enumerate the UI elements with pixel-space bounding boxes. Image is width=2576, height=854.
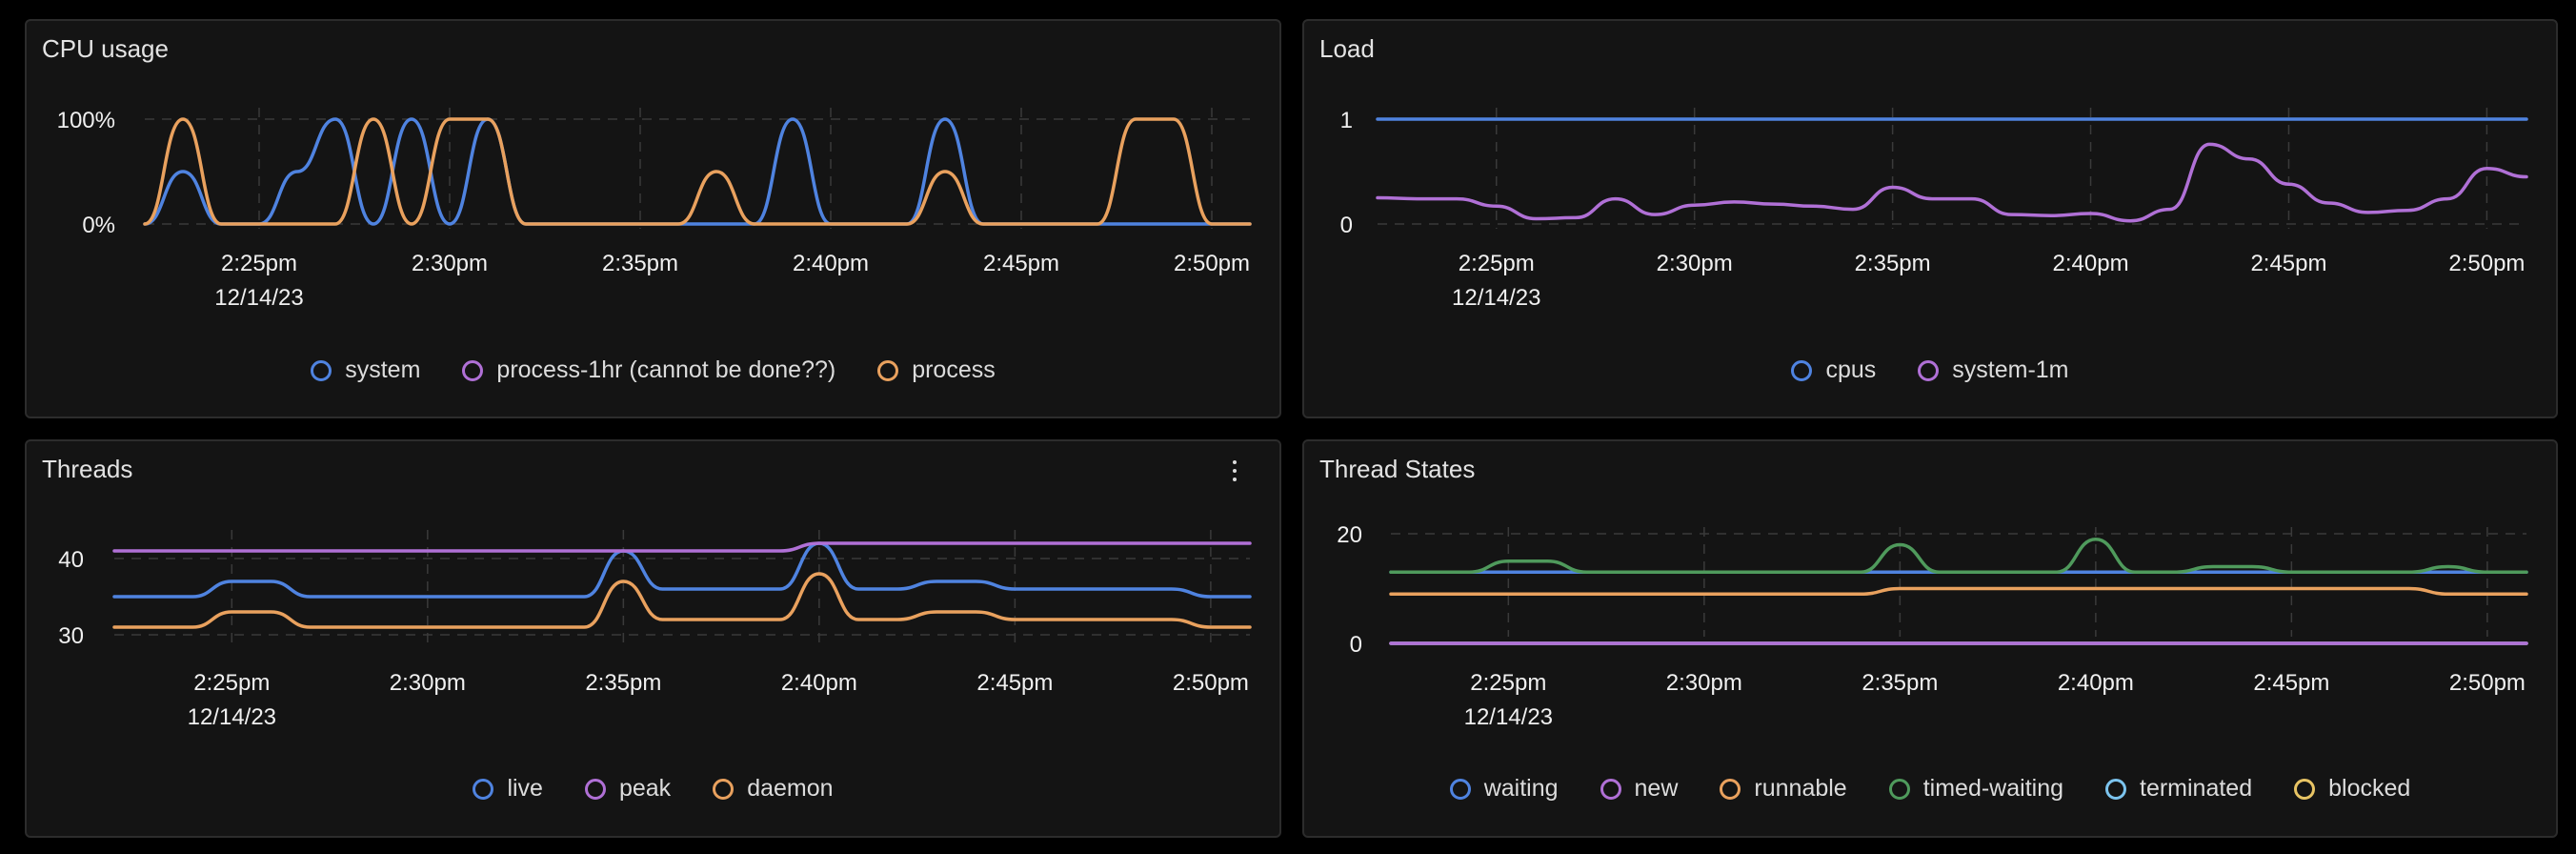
- x-tick-date-label: 12/14/23: [1464, 704, 1553, 730]
- series-line-timed-waiting: [1389, 538, 2528, 574]
- chart-load: 1 0 2:25pm 12/14/23 2:30pm 2:35pm 2:40pm 2:45pm…: [1340, 108, 2528, 311]
- y-tick-label: 0: [1340, 213, 1353, 238]
- charts-canvas: 100% 0% 2:25pm 12/14/23 2:30pm 2:35pm 2:40pm 2:…: [57, 108, 2528, 730]
- x-tick-label: 2:30pm: [1657, 251, 1733, 276]
- x-tick-label: 2:40pm: [2058, 670, 2134, 696]
- series-line-runnable: [1389, 586, 2528, 596]
- x-tick-label: 2:35pm: [602, 251, 678, 276]
- x-tick-label: 2:30pm: [1666, 670, 1742, 696]
- x-tick-date-label: 12/14/23: [214, 285, 303, 311]
- y-tick-label: 0%: [82, 213, 115, 238]
- x-tick-label: 2:45pm: [2253, 670, 2329, 696]
- series-line-daemon: [112, 572, 1252, 629]
- chart-thread-states: 20 0 2:25pm 12/14/23 2:30pm 2:35pm 2:40pm 2:45p…: [1337, 522, 2528, 730]
- x-tick-label: 2:40pm: [781, 670, 857, 696]
- x-tick-label: 2:35pm: [1862, 670, 1938, 696]
- x-tick-label: 2:35pm: [585, 670, 661, 696]
- chart-cpu: 100% 0% 2:25pm 12/14/23 2:30pm 2:35pm 2:40pm 2:…: [57, 108, 1252, 311]
- x-tick-label: 2:45pm: [2250, 251, 2326, 276]
- y-tick-label: 1: [1340, 108, 1353, 133]
- x-tick-label: 2:40pm: [2053, 251, 2129, 276]
- x-tick-label: 2:25pm: [1470, 670, 1546, 696]
- series-line-system: [143, 117, 1252, 226]
- series-line-system-1m: [1376, 142, 2528, 223]
- chart-threads: 40 30 2:25pm 12/14/23 2:30pm 2:35pm 2:40pm 2:45…: [58, 530, 1252, 730]
- x-tick-label: 2:25pm: [221, 251, 297, 276]
- x-tick-date-label: 12/14/23: [1452, 285, 1540, 311]
- x-tick-label: 2:30pm: [390, 670, 466, 696]
- x-tick-date-label: 12/14/23: [188, 704, 276, 730]
- y-tick-label: 40: [58, 547, 84, 573]
- x-tick-label: 2:45pm: [983, 251, 1059, 276]
- y-tick-label: 100%: [57, 108, 115, 133]
- x-tick-label: 2:25pm: [193, 670, 270, 696]
- x-tick-label: 2:45pm: [976, 670, 1053, 696]
- x-tick-label: 2:40pm: [793, 251, 869, 276]
- y-tick-label: 0: [1350, 632, 1362, 658]
- y-tick-label: 20: [1337, 522, 1362, 548]
- series-line-peak: [112, 541, 1252, 553]
- x-tick-label: 2:35pm: [1855, 251, 1931, 276]
- x-tick-label: 2:50pm: [2448, 251, 2525, 276]
- x-tick-label: 2:25pm: [1459, 251, 1535, 276]
- x-tick-label: 2:50pm: [1173, 670, 1249, 696]
- series-line-process: [143, 117, 1252, 226]
- x-tick-label: 2:50pm: [2449, 670, 2526, 696]
- x-tick-label: 2:30pm: [412, 251, 488, 276]
- x-tick-label: 2:50pm: [1174, 251, 1250, 276]
- y-tick-label: 30: [58, 623, 84, 649]
